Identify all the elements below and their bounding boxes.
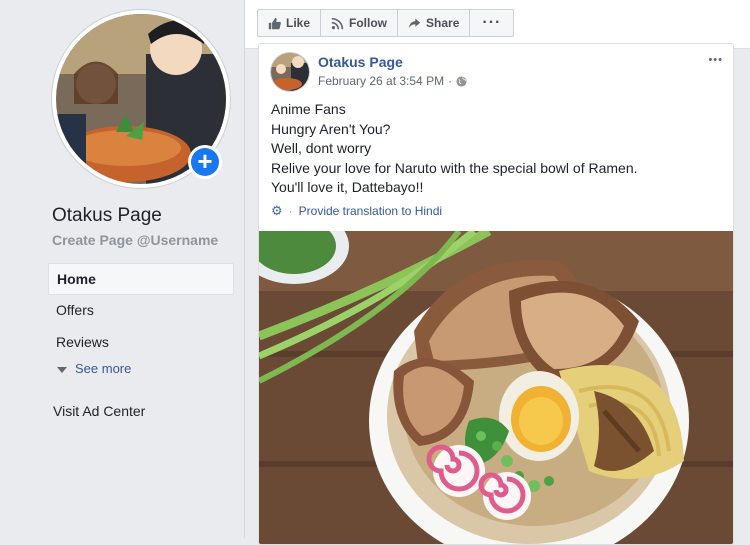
- see-more-label: See more: [75, 361, 132, 376]
- ramen-bowl-photo[interactable]: [259, 231, 733, 544]
- post-line: Hungry Aren't You?: [271, 120, 391, 137]
- nav-item-offers[interactable]: Offers: [48, 295, 234, 327]
- page-action-toolbar: Like Follow Share ···: [245, 0, 750, 49]
- post-line: Anime Fans: [271, 101, 346, 117]
- action-button-group: Like Follow Share ···: [257, 9, 515, 37]
- plus-icon: +: [191, 148, 219, 176]
- share-button[interactable]: Share: [398, 10, 471, 36]
- nav-item-home[interactable]: Home: [48, 263, 234, 295]
- post-author-avatar[interactable]: [271, 53, 309, 91]
- translate-separator: ·: [288, 204, 293, 218]
- like-button[interactable]: Like: [258, 10, 322, 36]
- create-username-link[interactable]: Create Page @Username: [52, 232, 218, 248]
- post-line: Well, dont worry: [271, 140, 372, 156]
- like-label: Like: [286, 16, 311, 30]
- avatar-anime-illustration: [271, 53, 309, 91]
- post-timestamp[interactable]: February 26 at 3:54 PM: [318, 74, 444, 88]
- globe-icon[interactable]: [456, 75, 467, 87]
- more-options-button[interactable]: ···: [470, 10, 513, 36]
- post-line: You'll love it, Dattebayo!!: [271, 179, 424, 195]
- follow-button[interactable]: Follow: [321, 10, 399, 36]
- translation-row[interactable]: ⚙ · Provide translation to Hindi: [271, 203, 442, 219]
- see-more-link[interactable]: See more: [57, 361, 131, 376]
- thumbs-up-icon: [268, 17, 281, 29]
- follow-label: Follow: [349, 16, 388, 30]
- page-nav: Home Offers Reviews: [48, 263, 234, 359]
- visit-ad-center-link[interactable]: Visit Ad Center: [53, 403, 145, 419]
- page-title[interactable]: Otakus Page: [52, 205, 162, 227]
- rss-follow-icon: [331, 17, 344, 29]
- post-card: Otakus Page February 26 at 3:54 PM · •••…: [258, 43, 734, 545]
- caret-down-icon: [57, 366, 67, 373]
- page-sidebar: + Otakus Page Create Page @Username Home…: [0, 0, 245, 538]
- post-line: Relive your love for Naruto with the spe…: [271, 159, 638, 176]
- share-label: Share: [426, 16, 460, 30]
- meta-separator: ·: [448, 74, 453, 88]
- post-options-button[interactable]: •••: [708, 54, 723, 66]
- post-author-name[interactable]: Otakus Page: [318, 54, 403, 70]
- share-arrow-icon: [408, 18, 421, 28]
- post-meta: February 26 at 3:54 PM ·: [318, 74, 467, 88]
- add-photo-button[interactable]: +: [188, 145, 222, 179]
- sidebar-divider: [244, 0, 245, 538]
- translate-link[interactable]: Provide translation to Hindi: [299, 204, 442, 218]
- ellipsis-icon: ···: [482, 14, 502, 31]
- gear-icon: ⚙: [271, 203, 283, 218]
- post-message: Anime Fans Hungry Aren't You? Well, dont…: [271, 100, 638, 198]
- nav-item-reviews[interactable]: Reviews: [48, 327, 234, 359]
